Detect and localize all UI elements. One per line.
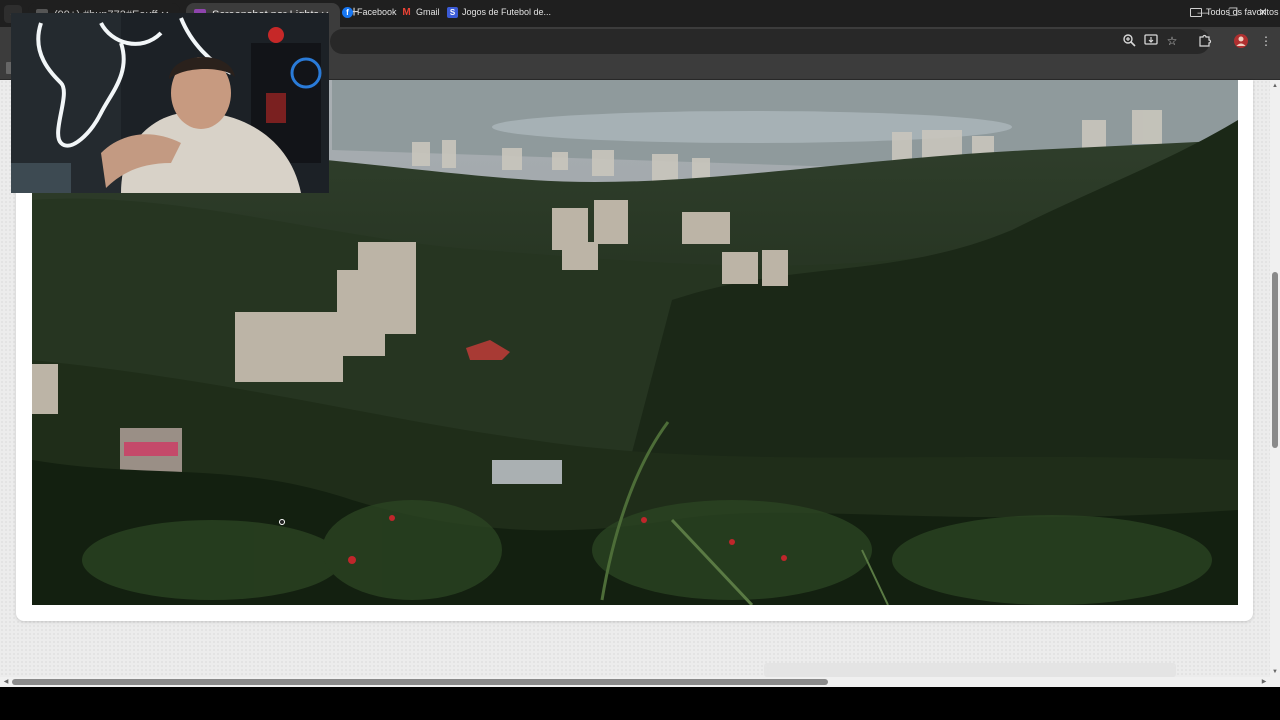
profile-avatar-icon[interactable] [1233,33,1249,49]
all-bookmarks[interactable]: Todos os favoritos [1190,4,1279,20]
webcam-overlay [11,13,329,193]
scroll-left-icon[interactable]: ◀ [2,678,10,686]
page-footer-strip [764,663,1176,677]
bookmark-star-icon[interactable]: ☆ [1164,33,1180,49]
scroll-right-icon[interactable]: ▶ [1260,678,1268,686]
bookmark-label: Facebook [357,7,397,17]
bookmark-gmail[interactable]: M Gmail [401,4,440,20]
extensions-icon[interactable] [1197,33,1213,49]
mouse-cursor-icon [279,519,285,525]
facebook-icon: f [342,6,353,18]
horizontal-scroll-thumb[interactable] [12,679,828,685]
bookmark-label: Jogos de Futebol de... [462,7,552,17]
jogos-icon: S [447,6,458,18]
bookmark-facebook[interactable]: f Facebook [342,4,397,20]
install-app-icon[interactable] [1143,33,1159,49]
address-bar[interactable] [330,29,1210,54]
taskbar-area [0,687,1280,720]
all-bookmarks-label: Todos os favoritos [1206,7,1279,17]
kebab-menu-icon[interactable]: ⋮ [1258,33,1274,49]
gmail-icon: M [402,6,411,18]
folder-icon [1190,7,1202,17]
bookmark-jogos[interactable]: S Jogos de Futebol de... [447,4,551,20]
scroll-down-icon[interactable]: ▼ [1271,668,1279,676]
bookmark-label: Gmail [416,7,440,17]
vertical-scroll-thumb[interactable] [1272,272,1278,448]
zoom-icon[interactable] [1121,33,1137,49]
scroll-up-icon[interactable]: ▲ [1271,82,1279,90]
